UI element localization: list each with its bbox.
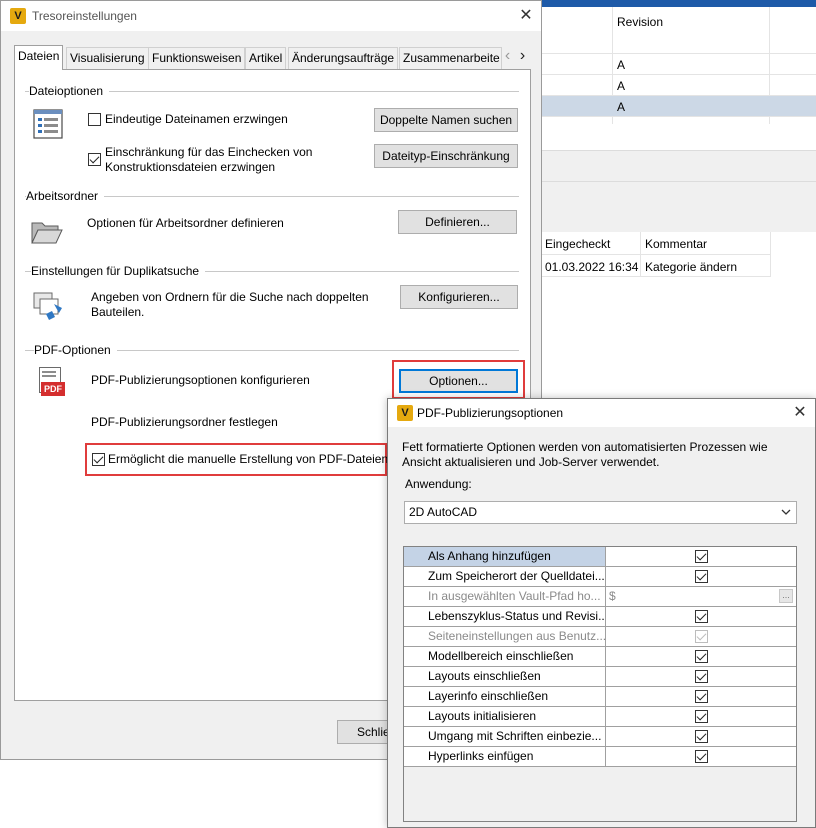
pdf-options-button[interactable]: Optionen... [399,369,518,393]
property-name: Modellbereich einschließen [404,647,606,666]
column-header-checked-in[interactable]: Eingecheckt [545,237,610,251]
pdf-badge: PDF [41,382,65,396]
pdf-document-icon: PDF [37,367,65,399]
property-row-layouts[interactable]: Layouts einschließen [404,667,796,687]
duplicate-search-label-line1: Angeben von Ordnern für die Suche nach d… [91,290,369,304]
history-date: 01.03.2022 16:34 [545,260,639,274]
property-checkbox[interactable] [695,690,708,703]
tab-dateien[interactable]: Dateien [14,45,64,70]
property-checkbox[interactable] [695,670,708,683]
property-row-layer-info[interactable]: Layerinfo einschließen [404,687,796,707]
property-name: Lebenszyklus-Status und Revisi... [404,607,606,626]
manual-pdf-checkbox[interactable] [92,453,105,466]
property-text-value: $ [609,589,616,603]
configure-duplicate-search-button[interactable]: Konfigurieren... [400,285,518,309]
close-icon[interactable]: ✕ [790,403,810,423]
group-title-file-options: Dateioptionen [29,84,110,98]
property-name: Hyperlinks einfügen [404,747,606,766]
column-header-comment[interactable]: Kommentar [645,237,707,251]
folder-open-icon [31,222,63,244]
property-name: In ausgewählten Vault-Pfad ho... [404,587,606,606]
duplicate-search-label-line2: Bauteilen. [91,305,145,319]
tab-aenderungsauftraege[interactable]: Änderungsaufträge [288,47,399,69]
property-row-source-location[interactable]: Zum Speicherort der Quelldatei... [404,567,796,587]
duplicate-search-icon [33,292,62,320]
group-title-pdf-options: PDF-Optionen [34,343,117,357]
dialog-titlebar: V Tresoreinstellungen ✕ [1,1,541,31]
application-select[interactable]: 2D AutoCAD [404,501,797,524]
group-title-working-folder: Arbeitsordner [26,189,105,203]
vault-logo-icon: V [10,8,26,24]
pdf-configure-label: PDF-Publizierungsoptionen konfigurieren [91,373,310,387]
property-grid: Als Anhang hinzufügen Zum Speicherort de… [403,546,797,822]
table-row[interactable]: A [617,100,625,114]
unique-filenames-label: Eindeutige Dateinamen erzwingen [105,112,288,126]
property-name: Layerinfo einschließen [404,687,606,706]
property-checkbox[interactable] [695,550,708,563]
checkin-restriction-label-line2: Konstruktionsdateien erzwingen [105,160,276,174]
property-checkbox[interactable] [695,750,708,763]
manual-pdf-label: Ermöglicht die manuelle Erstellung von P… [108,452,389,466]
pdf-description-line1: Fett formatierte Optionen werden von aut… [402,440,768,454]
property-name: Layouts initialisieren [404,707,606,726]
property-row-init-layouts[interactable]: Layouts initialisieren [404,707,796,727]
file-list-icon [33,109,63,139]
property-checkbox[interactable] [695,610,708,623]
table-row[interactable]: A [617,79,625,93]
pdf-dialog-title: PDF-Publizierungsoptionen [417,406,564,420]
vault-logo-icon: V [397,405,413,421]
table-row[interactable]: A [617,58,625,72]
property-name: Als Anhang hinzufügen [404,547,606,566]
unique-filenames-checkbox[interactable] [88,113,101,126]
background-app-titlebar [540,0,816,7]
pdf-publishing-options-dialog: V PDF-Publizierungsoptionen ✕ Fett forma… [387,398,816,828]
property-row-lifecycle[interactable]: Lebenszyklus-Status und Revisi... [404,607,796,627]
property-name: Seiteneinstellungen aus Benutz... [404,627,606,646]
tab-scroll-right-icon[interactable]: › [516,47,529,67]
checkin-restriction-label-line1: Einschränkung für das Einchecken von [105,145,313,159]
property-row-vault-path[interactable]: In ausgewählten Vault-Pfad ho... $ ... [404,587,796,607]
property-name: Layouts einschließen [404,667,606,686]
pdf-dialog-titlebar: V PDF-Publizierungsoptionen ✕ [388,399,815,427]
filetype-restriction-button[interactable]: Dateityp-Einschränkung [374,144,518,168]
background-toolbar [540,182,816,232]
tab-artikel[interactable]: Artikel [245,47,287,69]
tab-visualisierung[interactable]: Visualisierung [66,47,149,69]
pdf-description-line2: Ansicht aktualisieren und Job-Server ver… [402,455,660,469]
working-folder-label: Optionen für Arbeitsordner definieren [87,216,284,230]
property-name: Umgang mit Schriften einbezie... [404,727,606,746]
property-checkbox[interactable] [695,650,708,663]
tab-zusammenarbeit[interactable]: Zusammenarbeite [399,47,502,69]
close-icon[interactable]: ✕ [516,6,536,26]
dialog-title: Tresoreinstellungen [32,9,137,23]
property-row-model-space[interactable]: Modellbereich einschließen [404,647,796,667]
property-row-page-setup[interactable]: Seiteneinstellungen aus Benutz... [404,627,796,647]
browse-path-button[interactable]: ... [779,589,793,603]
property-checkbox[interactable] [695,730,708,743]
tab-funktionsweisen[interactable]: Funktionsweisen [148,47,246,69]
tab-scroll-left-icon[interactable]: ‹ [501,47,514,67]
find-duplicate-names-button[interactable]: Doppelte Namen suchen [374,108,518,132]
chevron-down-icon [781,509,791,515]
group-title-duplicate-search: Einstellungen für Duplikatsuche [31,264,206,278]
pdf-folder-label: PDF-Publizierungsordner festlegen [91,415,278,429]
background-history-grid: Eingecheckt Kommentar 01.03.2022 16:34 K… [540,232,816,402]
property-checkbox[interactable] [695,630,708,643]
property-row-fonts[interactable]: Umgang mit Schriften einbezie... [404,727,796,747]
define-working-folder-button[interactable]: Definieren... [398,210,517,234]
property-checkbox[interactable] [695,710,708,723]
property-name: Zum Speicherort der Quelldatei... [404,567,606,586]
checkin-restriction-checkbox[interactable] [88,153,101,166]
application-select-value: 2D AutoCAD [409,505,478,519]
column-header-revision[interactable]: Revision [617,15,663,29]
property-checkbox[interactable] [695,570,708,583]
property-row-attachment[interactable]: Als Anhang hinzufügen [404,547,796,567]
history-comment: Kategorie ändern [645,260,738,274]
background-splitter [540,150,816,182]
background-file-grid: Revision A A A [540,7,816,124]
property-row-hyperlinks[interactable]: Hyperlinks einfügen [404,747,796,767]
application-label: Anwendung: [405,477,472,491]
